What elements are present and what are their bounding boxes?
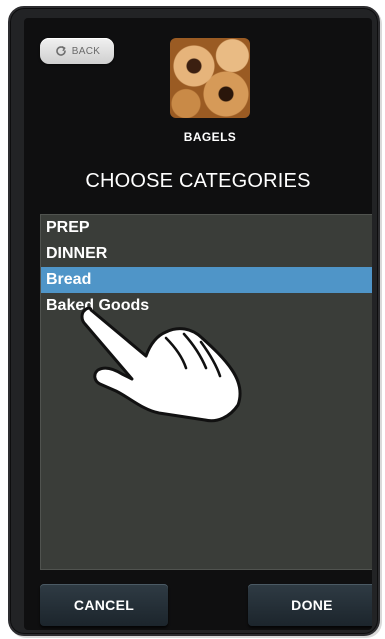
device-frame: BACK BAGELS CHOOSE CATEGORIES PREP DINNE… bbox=[8, 6, 380, 636]
category-item-bread[interactable]: Bread bbox=[41, 267, 372, 293]
refresh-arrow-icon bbox=[54, 44, 68, 58]
back-label: BACK bbox=[71, 45, 101, 57]
app-screen: BACK BAGELS CHOOSE CATEGORIES PREP DINNE… bbox=[24, 18, 372, 630]
bagels-thumbnail-image bbox=[170, 38, 250, 118]
done-button[interactable]: DONE bbox=[248, 584, 372, 626]
category-item-prep[interactable]: PREP bbox=[41, 215, 372, 241]
page-title: CHOOSE CATEGORIES bbox=[85, 170, 311, 192]
cancel-button[interactable]: CANCEL bbox=[40, 584, 168, 626]
category-item-baked-goods[interactable]: Baked Goods bbox=[41, 293, 372, 319]
item-title: BAGELS bbox=[183, 130, 237, 144]
category-item-dinner[interactable]: DINNER bbox=[41, 241, 372, 267]
category-list[interactable]: PREP DINNER Bread Baked Goods bbox=[40, 214, 372, 570]
back-button[interactable]: BACK bbox=[40, 38, 114, 64]
